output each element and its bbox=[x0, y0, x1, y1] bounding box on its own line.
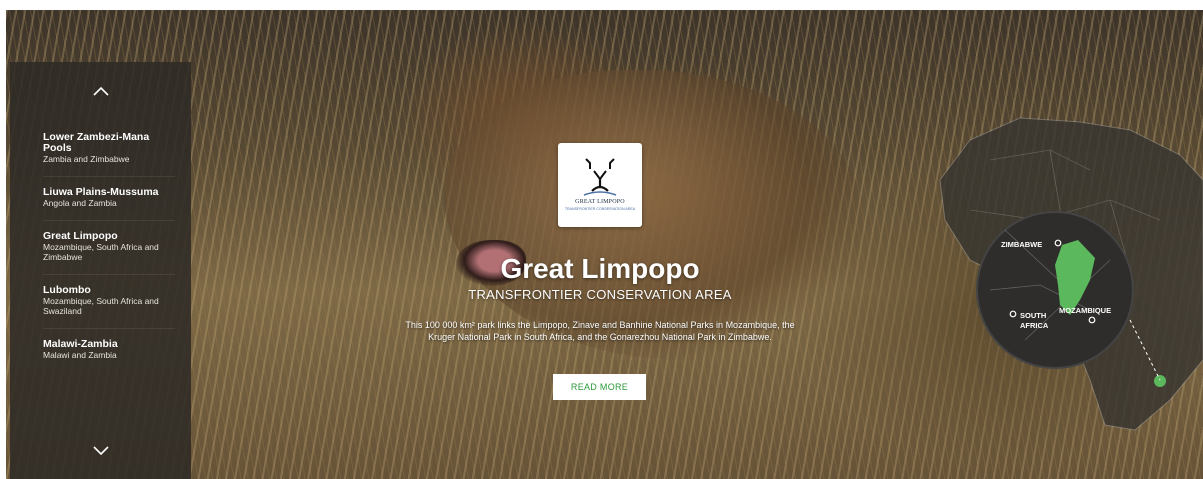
read-more-button[interactable]: READ MORE bbox=[553, 374, 646, 400]
sidebar-item[interactable]: Lubombo Mozambique, South Africa and Swaz… bbox=[10, 275, 191, 317]
park-list-sidebar: Lower Zambezi-Mana Pools Zambia and Zimba… bbox=[10, 62, 191, 479]
logo-subtitle: TRANSFRONTIER CONSERVATION AREA bbox=[564, 207, 636, 211]
park-subtitle: TRANSFRONTIER CONSERVATION AREA bbox=[468, 287, 732, 302]
logo-title: GREAT LIMPOPO bbox=[575, 199, 625, 205]
africa-map: ZIMBABWE SOUTH AFRICA MOZAMBIQUE bbox=[939, 117, 1203, 431]
sidebar-item-location: Mozambique, South Africa and Swaziland bbox=[43, 296, 159, 316]
sidebar-item[interactable]: Lower Zambezi-Mana Pools Zambia and Zimba… bbox=[10, 122, 191, 165]
park-logo: GREAT LIMPOPO TRANSFRONTIER CONSERVATION… bbox=[558, 143, 642, 227]
park-description: This 100 000 km² park links the Limpopo,… bbox=[405, 320, 795, 342]
sidebar-item-location: Malawi and Zambia bbox=[43, 350, 117, 360]
sidebar-item-name: Lower Zambezi-Mana Pools bbox=[43, 131, 150, 154]
sidebar-item-location: Mozambique, South Africa and Zimbabwe bbox=[43, 242, 159, 262]
location-dot bbox=[1154, 375, 1166, 387]
chevron-down-icon[interactable] bbox=[90, 440, 112, 462]
lion-logo-icon bbox=[583, 158, 617, 196]
lion-image bbox=[444, 70, 864, 360]
chevron-up-icon[interactable] bbox=[90, 80, 112, 102]
park-title: Great Limpopo bbox=[500, 253, 700, 284]
zoom-inset-circle bbox=[976, 211, 1134, 369]
sidebar-item[interactable]: Malawi-Zambia Malawi and Zambia bbox=[10, 329, 191, 361]
sidebar-item-name: Lubombo bbox=[43, 284, 91, 296]
map-label-mozambique: MOZAMBIQUE bbox=[1059, 306, 1111, 315]
sidebar-item[interactable]: Great Limpopo Mozambique, South Africa an… bbox=[10, 221, 191, 263]
sidebar-item[interactable]: Liuwa Plains-Mussuma Angola and Zambia bbox=[10, 177, 191, 209]
sidebar-item-name: Malawi-Zambia bbox=[43, 338, 118, 350]
sidebar-item-name: Liuwa Plains-Mussuma bbox=[43, 186, 159, 198]
sidebar-item-name: Great Limpopo bbox=[43, 230, 118, 242]
sidebar-item-location: Angola and Zambia bbox=[43, 198, 117, 208]
sidebar-item-location: Zambia and Zimbabwe bbox=[43, 154, 130, 164]
map-label-africa: AFRICA bbox=[1020, 321, 1049, 330]
map-label-zimbabwe: ZIMBABWE bbox=[1001, 240, 1042, 249]
map-label-south: SOUTH bbox=[1020, 311, 1046, 320]
